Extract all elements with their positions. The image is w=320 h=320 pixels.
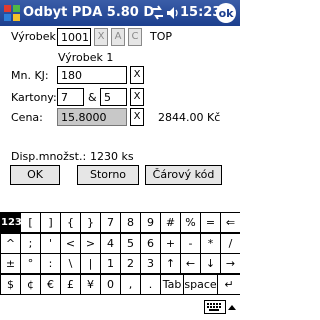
kartony-input-2[interactable]: 5 — [100, 88, 127, 106]
cena-clear-button[interactable]: X — [130, 108, 144, 126]
vyrobek-clear-button[interactable]: X — [94, 28, 108, 46]
keyboard-key[interactable]: 2 — [121, 254, 140, 273]
keyboard-key[interactable]: $ — [1, 274, 20, 294]
keyboard-key[interactable]: . — [141, 274, 160, 294]
keyboard-key[interactable]: 7 — [101, 213, 120, 232]
keyboard-key[interactable]: / — [221, 233, 240, 253]
keyboard-key[interactable]: + — [161, 233, 180, 253]
keyboard-key[interactable]: ¥ — [81, 274, 100, 294]
keyboard-key[interactable]: , — [121, 274, 140, 294]
keyboard-key[interactable]: = — [201, 213, 220, 232]
keyboard-key[interactable]: ¢ — [21, 274, 40, 294]
vyrobek-input[interactable]: 1001 — [57, 28, 91, 46]
keyboard-key[interactable]: € — [41, 274, 60, 294]
keyboard-key[interactable]: ; — [21, 233, 40, 253]
title-bar: Odbyt PDA 5.80 D 15:23 ok — [0, 0, 240, 26]
product-name: Výrobek 1 — [58, 51, 114, 64]
keyboard-key[interactable]: Tab — [161, 274, 183, 294]
keyboard-key[interactable]: 123 — [1, 213, 22, 232]
keyboard-key[interactable]: 0 — [101, 274, 120, 294]
kartony-clear-button[interactable]: X — [130, 88, 144, 106]
keyboard-key[interactable]: ' — [41, 233, 60, 253]
top-label: TOP — [150, 30, 173, 43]
keyboard-key[interactable]: ⇐ — [221, 213, 240, 232]
keyboard-key[interactable]: { — [61, 213, 80, 232]
ok-close-button[interactable]: ok — [216, 3, 236, 23]
keyboard-key[interactable]: * — [201, 233, 220, 253]
keyboard-key[interactable]: ↓ — [201, 254, 220, 273]
keyboard-key[interactable]: \ — [61, 254, 80, 273]
connectivity-icon[interactable] — [151, 5, 165, 21]
keyboard-key[interactable]: 9 — [141, 213, 160, 232]
keyboard-key[interactable]: # — [161, 213, 180, 232]
keyboard-key[interactable]: space — [184, 274, 217, 294]
keyboard-key[interactable]: ← — [181, 254, 200, 273]
ampersand-label: & — [88, 91, 97, 104]
vyrobek-c-button[interactable]: C — [128, 28, 142, 46]
keyboard-key[interactable]: - — [181, 233, 200, 253]
keyboard-key[interactable]: ] — [41, 213, 60, 232]
mnkj-label: Mn. KJ: — [11, 69, 49, 82]
menu-bar — [0, 294, 240, 320]
keyboard-key[interactable]: 3 — [141, 254, 160, 273]
keyboard-key[interactable]: ^ — [1, 233, 20, 253]
keyboard-key[interactable]: ↑ — [161, 254, 180, 273]
keyboard-key[interactable]: £ — [61, 274, 80, 294]
keyboard-key[interactable]: → — [221, 254, 240, 273]
storno-button[interactable]: Storno — [77, 165, 139, 185]
keyboard-key[interactable]: 4 — [101, 233, 120, 253]
cena-input[interactable]: 15.8000 — [57, 108, 127, 126]
disp-value: 1230 ks — [90, 150, 134, 163]
keyboard-key[interactable]: 6 — [141, 233, 160, 253]
keyboard-key[interactable]: [ — [21, 213, 40, 232]
keyboard-key[interactable]: } — [81, 213, 100, 232]
soft-keyboard: 123[]{} 7 8 9 #% = ⇐ ^; ' < >4 5 6 + - * / ± °: \ | 1 2 3 ↑ ← ↓ → $ ¢… — [0, 212, 240, 294]
kartony-label: Kartony: — [11, 91, 57, 104]
keyboard-key[interactable]: % — [181, 213, 200, 232]
windows-start-icon[interactable] — [3, 4, 21, 22]
keyboard-key[interactable]: 5 — [121, 233, 140, 253]
cena-label: Cena: — [11, 111, 43, 124]
keyboard-icon[interactable] — [204, 300, 226, 314]
cena-total: 2844.00 Kč — [158, 111, 221, 124]
ok-button[interactable]: OK — [10, 165, 60, 185]
keyboard-key[interactable]: ↵ — [218, 274, 240, 294]
chevron-up-icon[interactable] — [228, 304, 236, 310]
mnkj-clear-button[interactable]: X — [130, 66, 144, 84]
keyboard-key[interactable]: 8 — [121, 213, 140, 232]
keyboard-key[interactable]: : — [41, 254, 60, 273]
keyboard-key[interactable]: ± — [1, 254, 20, 273]
keyboard-key[interactable]: ° — [21, 254, 40, 273]
keyboard-key[interactable]: > — [81, 233, 100, 253]
mnkj-input[interactable]: 180 — [57, 66, 127, 84]
app-title: Odbyt PDA 5.80 D — [23, 5, 155, 20]
barcode-button[interactable]: Čárový kód — [145, 165, 222, 185]
disp-label: Disp.množst.: — [11, 150, 87, 163]
keyboard-key[interactable]: | — [81, 254, 100, 273]
keyboard-key[interactable]: < — [61, 233, 80, 253]
vyrobek-label: Výrobek: — [11, 30, 60, 43]
vyrobek-a-button[interactable]: A — [111, 28, 125, 46]
keyboard-key[interactable]: 1 — [101, 254, 120, 273]
volume-icon[interactable] — [166, 5, 179, 21]
kartony-input-1[interactable]: 7 — [57, 88, 84, 106]
